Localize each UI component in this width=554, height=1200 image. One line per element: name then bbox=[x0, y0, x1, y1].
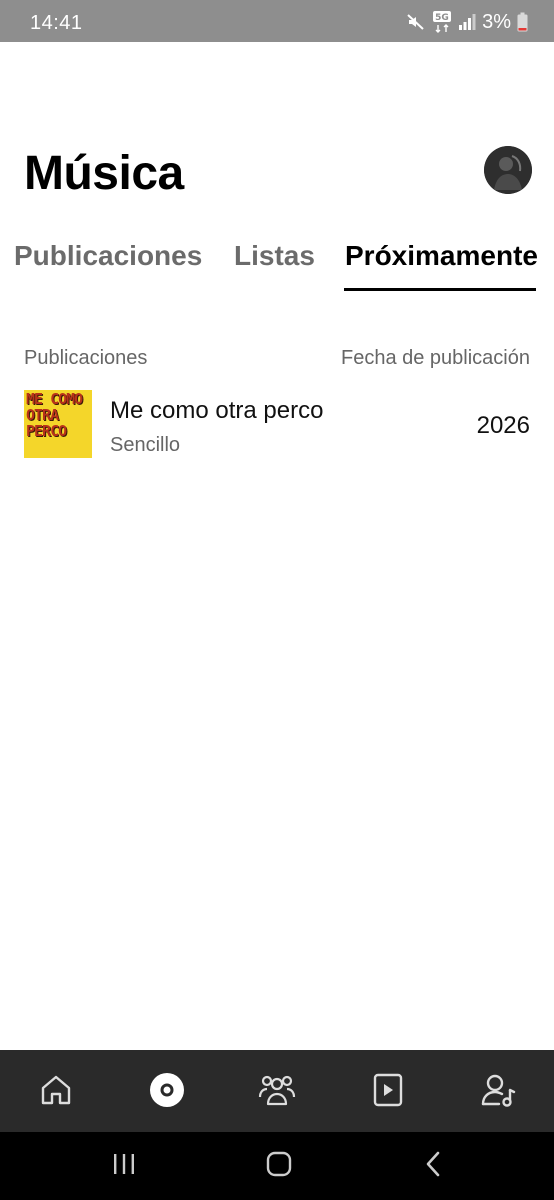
profile-avatar[interactable] bbox=[484, 146, 532, 194]
audience-icon bbox=[257, 1072, 297, 1108]
bottom-nav bbox=[0, 1050, 554, 1132]
column-header-publicaciones: Publicaciones bbox=[24, 347, 148, 369]
artist-profile-icon bbox=[480, 1072, 518, 1108]
tab-listas[interactable]: Listas bbox=[234, 240, 315, 272]
page-title: Música bbox=[24, 147, 184, 200]
back-button[interactable] bbox=[419, 1151, 449, 1182]
release-type: Sencillo bbox=[110, 434, 181, 456]
nav-artist-profile[interactable] bbox=[479, 1070, 519, 1110]
signal-icon bbox=[458, 13, 476, 31]
home-icon bbox=[38, 1072, 74, 1108]
nav-home[interactable] bbox=[36, 1070, 76, 1110]
release-date: 2026 bbox=[476, 412, 530, 439]
video-icon bbox=[372, 1072, 404, 1108]
active-tab-indicator bbox=[344, 288, 536, 291]
music-disc-icon bbox=[148, 1071, 186, 1109]
column-header-fecha: Fecha de publicación bbox=[340, 347, 530, 369]
release-cover-art: ME COMO OTRA PERCO bbox=[24, 390, 92, 458]
battery-low-icon bbox=[517, 12, 528, 32]
status-bar: 14:41 5G 3% bbox=[0, 0, 554, 42]
nav-audience[interactable] bbox=[257, 1070, 297, 1110]
battery-percent: 3% bbox=[482, 10, 511, 33]
nav-music[interactable] bbox=[147, 1070, 187, 1110]
tab-publicaciones[interactable]: Publicaciones bbox=[14, 240, 202, 272]
cover-art-text: ME COMO OTRA PERCO bbox=[26, 390, 83, 440]
home-button-icon bbox=[266, 1151, 292, 1182]
back-icon bbox=[425, 1151, 443, 1182]
release-row[interactable]: ME COMO OTRA PERCO Me como otra perco Se… bbox=[0, 380, 554, 470]
status-icons: 5G 3% bbox=[406, 10, 528, 34]
release-title: Me como otra perco bbox=[110, 397, 324, 424]
5g-icon: 5G bbox=[432, 10, 452, 34]
recents-icon bbox=[112, 1153, 136, 1180]
svg-text:5G: 5G bbox=[435, 13, 449, 23]
nav-video[interactable] bbox=[368, 1070, 408, 1110]
tab-proximamente[interactable]: Próximamente bbox=[345, 240, 538, 272]
mute-icon bbox=[406, 12, 426, 32]
status-time: 14:41 bbox=[30, 12, 83, 34]
home-button[interactable] bbox=[264, 1151, 294, 1182]
recents-button[interactable] bbox=[109, 1152, 139, 1180]
system-nav bbox=[0, 1132, 554, 1200]
